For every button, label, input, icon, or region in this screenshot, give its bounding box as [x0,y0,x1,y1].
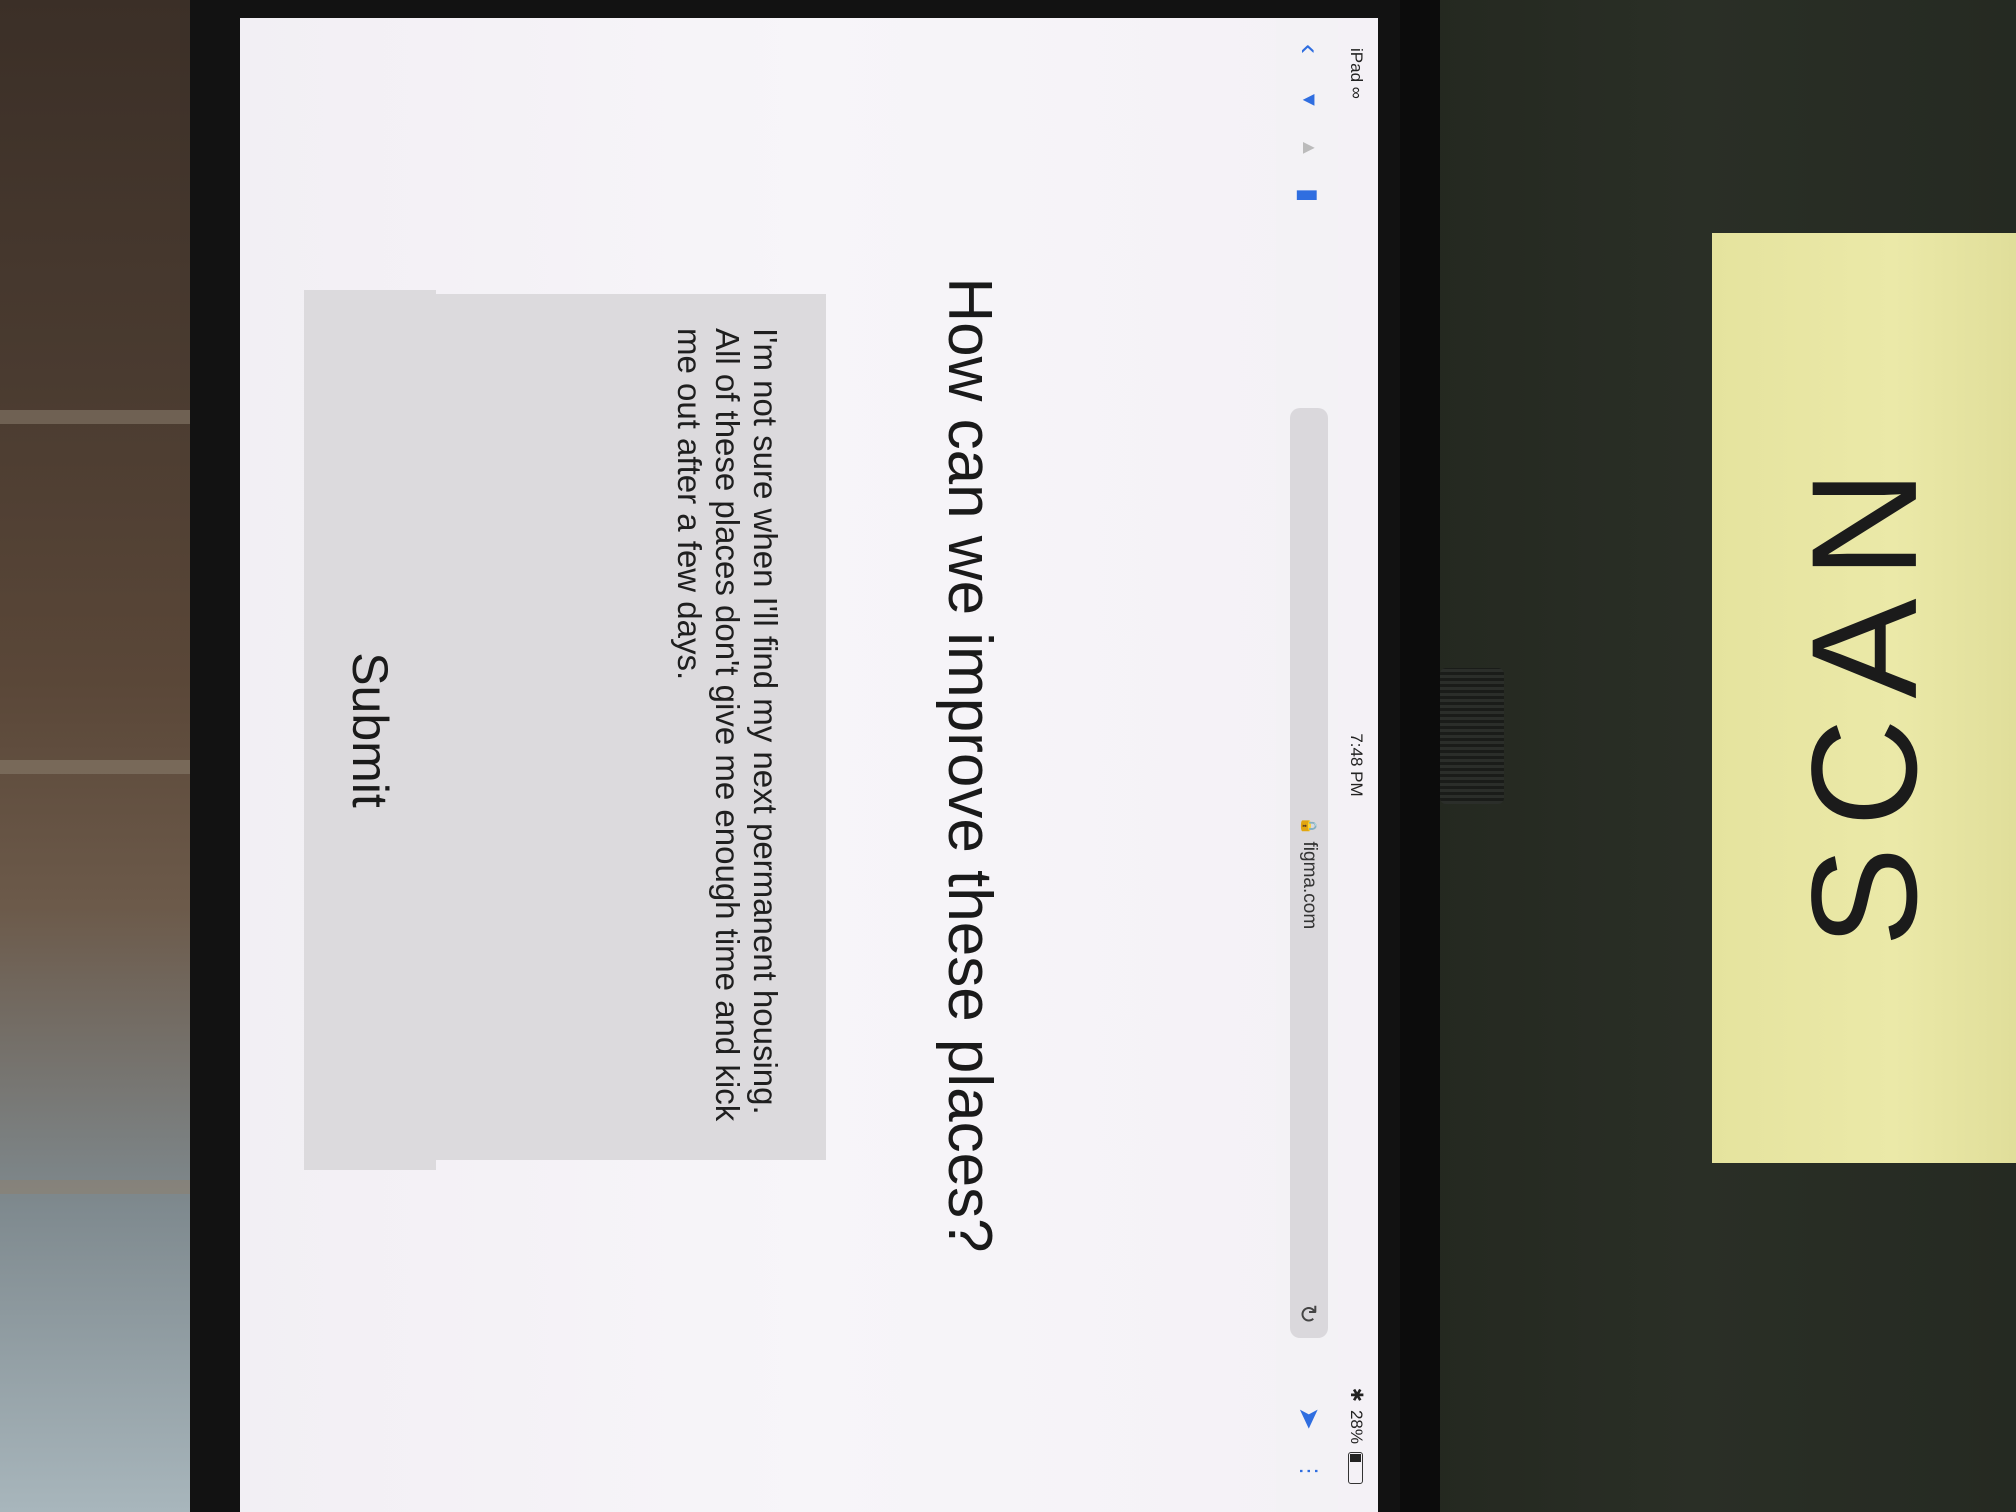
battery-icon [1348,1452,1364,1484]
share-icon[interactable]: ➤ [1292,1407,1326,1430]
battery-fill [1350,1454,1362,1463]
lock-icon: 🔒 [1300,816,1317,836]
ipad-screen: iPad ∞ 7:48 PM ✱ 28% ‹ ▼ ▲ ▮ 🔒 figma.com… [240,18,1378,1512]
back-chevron-icon[interactable]: ‹ [1292,44,1326,54]
browser-toolbar: ‹ ▼ ▲ ▮ 🔒 figma.com ↻ ➤ ⋮ [1276,18,1338,1512]
home-button[interactable] [1440,668,1504,804]
forward-disabled-icon[interactable]: ▲ [1292,138,1326,158]
battery-percent: 28% [1347,1409,1366,1444]
bookmarks-icon[interactable]: ▮ [1292,188,1326,202]
scan-sign: SCAN [1712,233,2016,1163]
status-right: ✱ 28% [1346,1388,1366,1484]
url-text: figma.com [1299,841,1320,930]
scan-sign-text-wrap: SCAN [1712,233,2016,1163]
forward-icon[interactable]: ▼ [1292,90,1326,110]
more-icon[interactable]: ⋮ [1292,1460,1326,1482]
submit-button[interactable]: Submit [304,290,436,1170]
ipad-edge [1400,0,1440,1512]
scan-sign-text: SCAN [1779,449,1948,947]
screen-viewport: iPad ∞ 7:48 PM ✱ 28% ‹ ▼ ▲ ▮ 🔒 figma.com… [240,18,1378,1512]
status-bar: iPad ∞ 7:48 PM ✱ 28% [1338,18,1378,1512]
reload-icon[interactable]: ↻ [1293,1304,1322,1324]
page-content: How can we improve these places? I'm not… [240,18,1276,1512]
status-time: 7:48 PM [1347,733,1366,797]
bluetooth-icon: ✱ [1347,1387,1366,1402]
url-bar[interactable]: 🔒 figma.com ↻ [1290,408,1328,1338]
question-heading: How can we improve these places? [935,277,1004,1253]
